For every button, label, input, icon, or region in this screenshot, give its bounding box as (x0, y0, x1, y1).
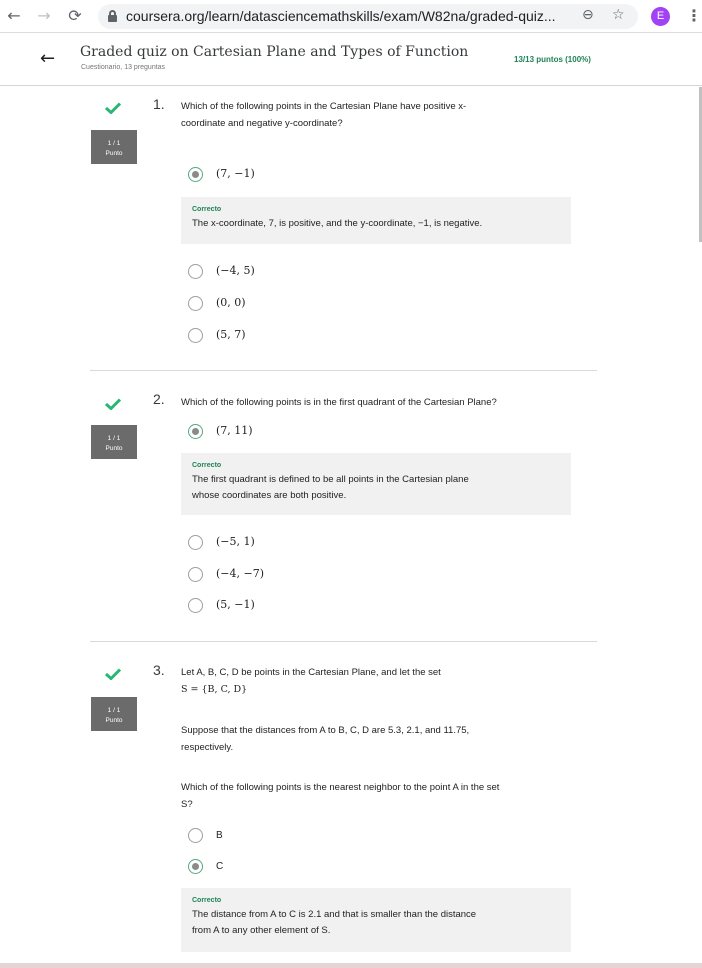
url-text: coursera.org/learn/datasciencemathskills… (126, 8, 556, 24)
radio-button[interactable] (188, 296, 203, 311)
browser-toolbar: ← → ⟳ coursera.org/learn/datasciencemath… (0, 0, 702, 33)
question-text-line: respectively. (181, 742, 234, 753)
question-text-line: Which of the following points in the Car… (181, 101, 467, 112)
feedback-text-line: The first quadrant is defined to be all … (192, 474, 469, 485)
question-number: 1. (153, 96, 165, 112)
lock-icon (108, 10, 117, 22)
correct-check-icon (105, 102, 121, 114)
points-badge: 1 / 1 Punto (91, 697, 137, 731)
feedback-title: Correcto (192, 897, 222, 904)
zoom-icon[interactable]: ⊖ (582, 7, 594, 23)
radio-button-selected[interactable] (188, 859, 203, 874)
points-label: Punto (105, 445, 123, 452)
points-value: 1 / 1 (107, 435, 121, 442)
quiz-back-arrow-icon[interactable]: ← (40, 48, 55, 69)
quiz-header: ← Graded quiz on Cartesian Plane and Typ… (0, 34, 702, 86)
question-text: Which of the following points is the nea… (181, 779, 591, 813)
option-label: B (216, 830, 223, 841)
reload-icon[interactable]: ⟳ (65, 6, 85, 26)
radio-button[interactable] (188, 535, 203, 550)
question-text-line: coordinate and negative y-coordinate? (181, 118, 343, 129)
feedback-box: Correcto The distance from A to C is 2.1… (181, 888, 571, 952)
points-badge: 1 / 1 Punto (91, 130, 137, 164)
option-label: (−5, 1) (216, 535, 255, 548)
radio-button[interactable] (188, 264, 203, 279)
option-label: C (216, 861, 224, 872)
feedback-text-line: The distance from A to C is 2.1 and that… (192, 909, 477, 920)
radio-button[interactable] (188, 328, 203, 343)
question-text-line: Let A, B, C, D be points in the Cartesia… (181, 667, 441, 678)
points-value: 1 / 1 (107, 140, 121, 147)
radio-button-selected[interactable] (188, 167, 203, 182)
points-label: Punto (105, 717, 123, 724)
question-number: 2. (153, 391, 165, 407)
question-divider (90, 641, 597, 642)
question-text-line: Which of the following points is in the … (181, 397, 497, 408)
correct-check-icon (105, 398, 121, 410)
question-divider (90, 370, 597, 371)
feedback-title: Correcto (192, 462, 222, 469)
forward-arrow-icon[interactable]: → (34, 6, 54, 26)
radio-button-selected[interactable] (188, 424, 203, 439)
points-value: 1 / 1 (107, 707, 121, 714)
option-label: (7, −1) (216, 167, 255, 180)
question-text-line: S = {B, C, D} (181, 684, 248, 695)
back-arrow-icon[interactable]: ← (4, 6, 24, 26)
option-label: (0, 0) (216, 296, 246, 309)
question-text: Which of the following points is in the … (181, 394, 601, 411)
feedback-text: The x-coordinate, 7, is positive, and th… (192, 218, 483, 229)
question-text: Let A, B, C, D be points in the Cartesia… (181, 664, 591, 698)
address-bar[interactable]: coursera.org/learn/datasciencemathskills… (98, 4, 638, 29)
radio-button[interactable] (188, 567, 203, 582)
question-text-line: Suppose that the distances from A to B, … (181, 725, 470, 736)
bottom-edge (0, 963, 702, 968)
quiz-subtitle: Cuestionario, 13 preguntas (81, 64, 166, 71)
question-text: Suppose that the distances from A to B, … (181, 722, 591, 756)
radio-button[interactable] (188, 598, 203, 613)
feedback-title: Correcto (192, 206, 222, 213)
feedback-text-line: whose coordinates are both positive. (192, 490, 347, 501)
feedback-text: The first quadrant is defined to be all … (192, 472, 560, 504)
question-number: 3. (153, 662, 165, 678)
question-text-line: Which of the following points is the nea… (181, 782, 500, 793)
quiz-score: 13/13 puntos (100%) (514, 55, 591, 64)
profile-avatar[interactable]: E (651, 7, 670, 26)
quiz-title: Graded quiz on Cartesian Plane and Types… (80, 44, 469, 60)
feedback-text: The distance from A to C is 2.1 and that… (192, 907, 560, 939)
option-label: (5, 7) (216, 328, 246, 341)
question-text: Which of the following points in the Car… (181, 98, 581, 132)
radio-button[interactable] (188, 828, 203, 843)
correct-check-icon (105, 668, 121, 680)
option-label: (7, 11) (216, 424, 253, 437)
option-label: (5, −1) (216, 598, 255, 611)
browser-menu-icon[interactable]: ⋮ (686, 5, 702, 27)
feedback-text-line: from A to any other element of S. (192, 925, 331, 936)
option-label: (−4, −7) (216, 567, 265, 580)
feedback-box: Correcto The first quadrant is defined t… (181, 453, 571, 515)
points-label: Punto (105, 150, 123, 157)
question-text-line: S? (181, 799, 193, 810)
feedback-box: Correcto The x-coordinate, 7, is positiv… (181, 197, 571, 244)
points-badge: 1 / 1 Punto (91, 425, 137, 459)
bookmark-star-icon[interactable]: ☆ (612, 7, 625, 23)
option-label: (−4, 5) (216, 264, 255, 277)
